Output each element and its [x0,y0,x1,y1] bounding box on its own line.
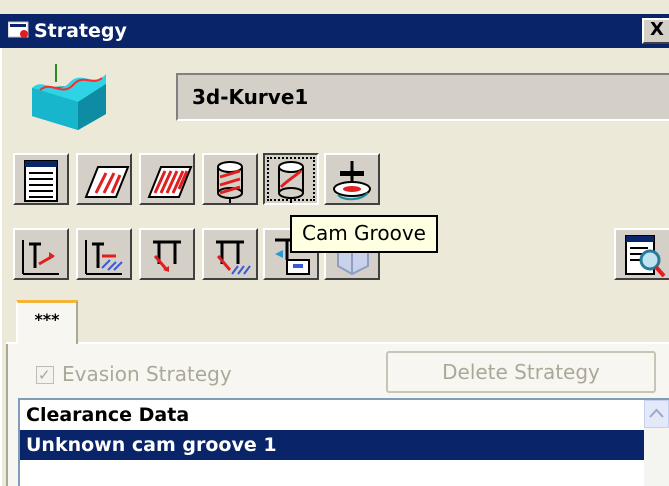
close-button[interactable]: X [642,18,669,44]
chevron-up-icon [649,408,664,418]
window-title: Strategy [34,20,127,42]
tool-approach-hatched-icon [85,240,123,275]
t-tool-icon [153,240,181,272]
tool-approach-button[interactable] [13,228,69,280]
cam-groove-icon [278,161,304,203]
strategy-list[interactable]: Clearance Data Unknown cam groove 1 [18,398,669,486]
strategy-name-field[interactable]: 3d-Kurve1 [176,73,669,121]
evasion-strategy-checkbox[interactable]: ✓ [36,366,54,384]
strategy-logo-icon [26,58,110,132]
check-mark-icon: ✓ [38,366,51,384]
evasion-strategy-label: Evasion Strategy [62,362,232,386]
cam-groove-button[interactable] [263,153,319,205]
cam-groove-tooltip: Cam Groove [290,215,438,253]
delete-strategy-button[interactable]: Delete Strategy [386,351,656,393]
tool-approach-hatched-button[interactable] [76,228,132,280]
flat-surface-icon [84,166,130,198]
cylinder-groove-icon [217,161,243,203]
title-bar[interactable]: Strategy X [0,14,669,48]
hatched-surface-button[interactable] [139,153,195,205]
window-left-edge [0,48,2,486]
list-document-button[interactable] [13,153,69,205]
scrollbar-track[interactable] [644,428,669,486]
list-item[interactable]: Clearance Data [20,400,644,430]
tab-divider [6,342,669,344]
window-icon [7,21,30,39]
tool-approach-icon [22,240,59,275]
report-magnifier-icon [625,235,666,278]
report-button[interactable] [614,228,669,280]
scroll-up-button[interactable] [644,400,669,428]
panel-left-edge [6,344,8,486]
cylinder-groove-button[interactable] [202,153,258,205]
list-item[interactable]: Unknown cam groove 1 [20,430,644,460]
rotary-tool-icon [333,161,371,201]
t-tool-hatched-icon [216,240,251,275]
rotary-tool-button[interactable] [324,153,380,205]
t-tool-hatched-button[interactable] [202,228,258,280]
t-tool-button[interactable] [139,228,195,280]
strategy-window: Strategy X 3d-Kurve1 Cam Groove *** ✓ Ev… [0,0,669,486]
flat-surface-button[interactable] [76,153,132,205]
hatched-surface-icon [147,166,193,198]
tab-strategy[interactable]: *** [16,300,78,344]
list-document-icon [24,160,58,202]
